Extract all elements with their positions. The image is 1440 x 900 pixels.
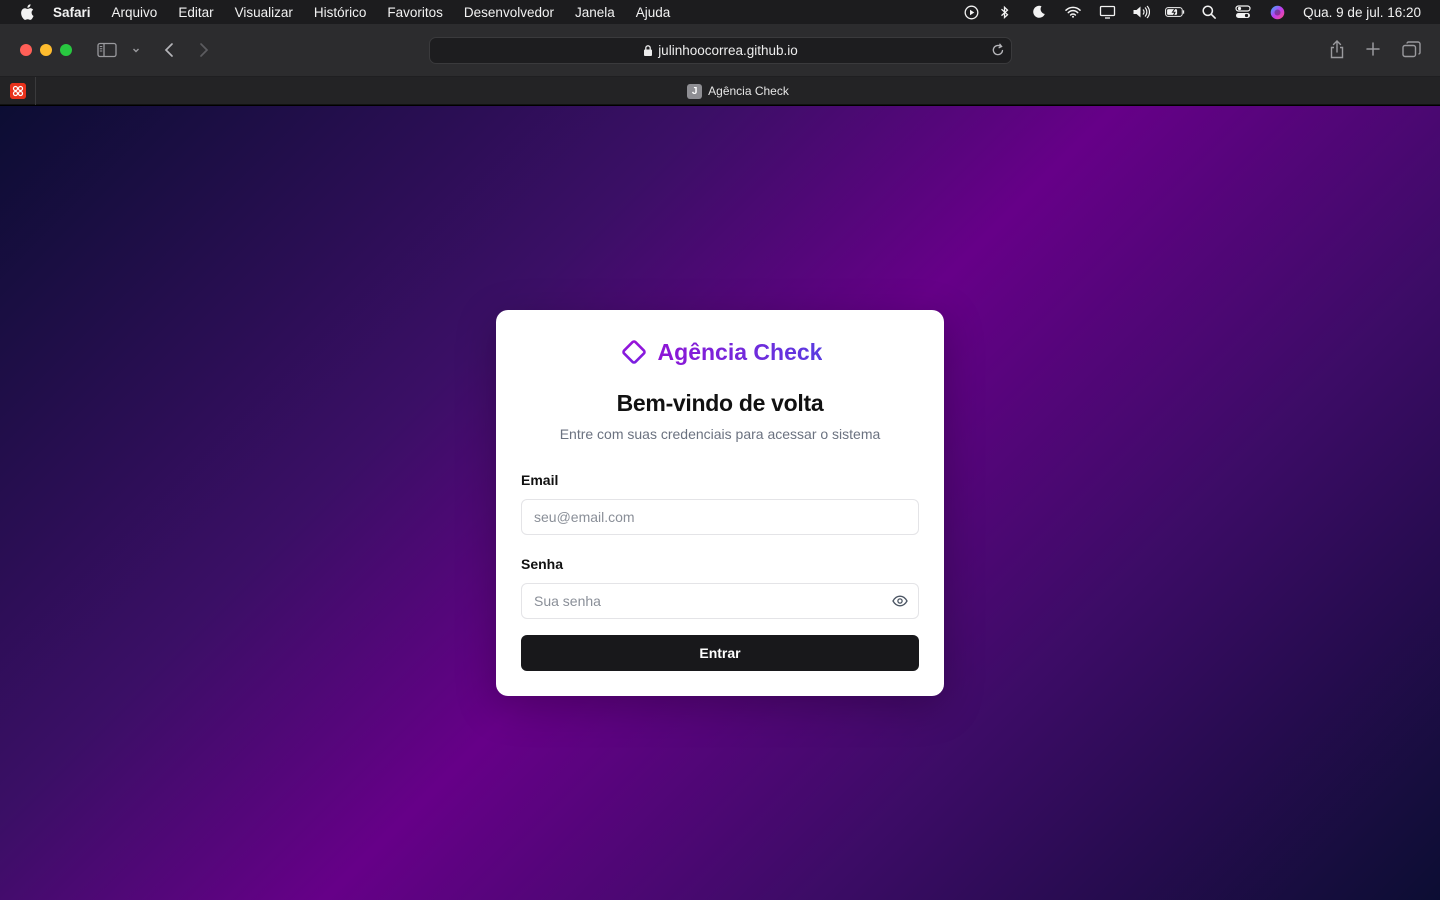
- address-bar[interactable]: julinhoocorrea.github.io: [429, 37, 1012, 64]
- wifi-icon[interactable]: [1063, 4, 1083, 20]
- apple-logo-icon[interactable]: [19, 4, 35, 20]
- diamond-logo-icon: [618, 336, 650, 368]
- submit-button[interactable]: Entrar: [521, 635, 919, 671]
- siri-icon[interactable]: [1267, 4, 1287, 20]
- menu-favoritos[interactable]: Favoritos: [387, 5, 443, 20]
- tab-title: Agência Check: [708, 84, 789, 98]
- menu-editar[interactable]: Editar: [178, 5, 213, 20]
- pinned-tab[interactable]: [0, 77, 36, 105]
- brand-header: Agência Check: [496, 336, 944, 368]
- moon-icon[interactable]: [1029, 4, 1049, 20]
- pinned-tab-favicon-icon: [9, 83, 26, 99]
- menu-janela[interactable]: Janela: [575, 5, 615, 20]
- login-title: Bem-vindo de volta: [616, 390, 824, 416]
- tab-bar: J Agência Check: [0, 77, 1440, 105]
- url-text: julinhoocorrea.github.io: [658, 43, 798, 58]
- login-card: Agência Check Bem-vindo de volta Entre c…: [496, 310, 944, 696]
- new-tab-icon[interactable]: [1365, 41, 1381, 57]
- menu-visualizar[interactable]: Visualizar: [235, 5, 293, 20]
- play-circle-icon[interactable]: [961, 4, 981, 20]
- battery-icon[interactable]: [1165, 4, 1185, 20]
- status-area: Qua. 9 de jul. 16:20: [947, 0, 1440, 24]
- reload-icon[interactable]: [991, 43, 1005, 57]
- menu-bar: Safari Arquivo Editar Visualizar Históri…: [0, 0, 1440, 24]
- forward-icon[interactable]: [197, 41, 211, 59]
- window-controls: [20, 44, 80, 56]
- brand-name: Agência Check: [657, 338, 823, 365]
- volume-icon[interactable]: [1131, 4, 1151, 20]
- chevron-down-icon[interactable]: [131, 45, 141, 55]
- email-field[interactable]: [521, 499, 919, 535]
- show-password-eye-icon[interactable]: [890, 593, 910, 609]
- password-field[interactable]: [521, 583, 919, 619]
- minimize-window-button[interactable]: [40, 44, 52, 56]
- sidebar-toggle-icon[interactable]: [97, 42, 117, 58]
- share-icon[interactable]: [1328, 39, 1346, 59]
- tab-overview-icon[interactable]: [1402, 41, 1421, 58]
- password-label: Senha: [521, 556, 564, 572]
- login-subtitle: Entre com suas credenciais para acessar …: [559, 426, 881, 442]
- menu-clock[interactable]: Qua. 9 de jul. 16:20: [1303, 5, 1421, 20]
- active-tab[interactable]: J Agência Check: [36, 77, 1440, 105]
- control-center-icon[interactable]: [1233, 4, 1253, 20]
- menu-ajuda[interactable]: Ajuda: [636, 5, 671, 20]
- search-icon[interactable]: [1199, 4, 1219, 20]
- menu-desenvolvedor[interactable]: Desenvolvedor: [464, 5, 554, 20]
- tab-favicon: J: [687, 83, 703, 99]
- page-background: Agência Check Bem-vindo de volta Entre c…: [0, 106, 1440, 900]
- back-icon[interactable]: [162, 41, 176, 59]
- close-window-button[interactable]: [20, 44, 32, 56]
- email-label: Email: [521, 472, 559, 488]
- zoom-window-button[interactable]: [60, 44, 72, 56]
- browser-toolbar: julinhoocorrea.github.io: [0, 24, 1440, 77]
- menu-arquivo[interactable]: Arquivo: [112, 5, 158, 20]
- bluetooth-icon[interactable]: [995, 4, 1015, 20]
- menu-historico[interactable]: Histórico: [314, 5, 367, 20]
- display-icon[interactable]: [1097, 4, 1117, 20]
- lock-icon: [643, 44, 653, 57]
- menu-safari[interactable]: Safari: [53, 5, 91, 20]
